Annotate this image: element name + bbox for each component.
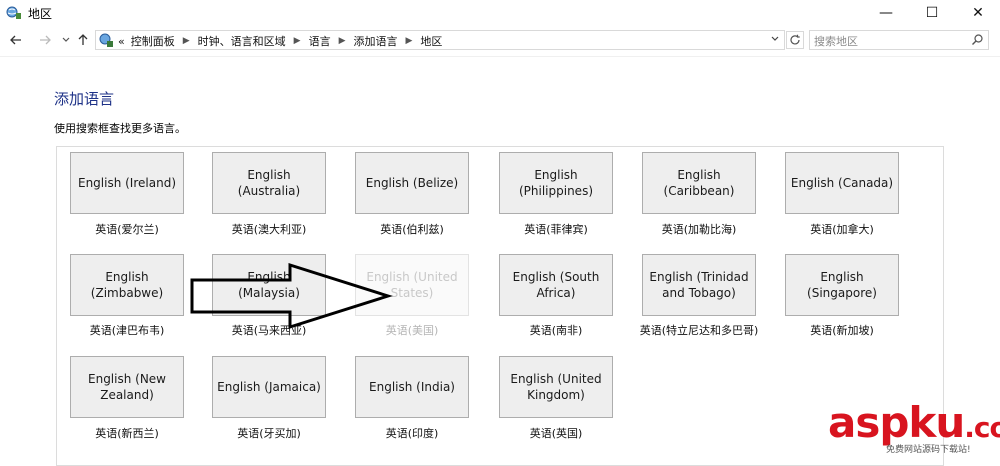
chevron-down-icon [62, 37, 70, 42]
page-title: 添加语言 [54, 90, 115, 108]
breadcrumb-overflow[interactable]: « [118, 35, 125, 48]
language-caption: 英语(牙买加) [237, 427, 301, 440]
title-bar: 地区 — ☐ ✕ [0, 0, 1000, 26]
watermark-brand-a: asp [828, 398, 909, 447]
language-caption: 英语(英国) [529, 427, 583, 440]
language-tile[interactable]: English (New Zealand) [70, 356, 184, 418]
up-button[interactable] [73, 30, 93, 50]
watermark-logo: aspku.com 免费网站源码下载站! [828, 398, 1000, 457]
language-caption: 英语(爱尔兰) [95, 223, 159, 236]
address-dropdown-icon[interactable] [770, 34, 780, 44]
arrow-right-icon [40, 35, 51, 45]
chevron-right-icon[interactable]: ▶ [183, 36, 190, 46]
language-tile[interactable]: English (Caribbean) [642, 152, 756, 214]
chevron-right-icon[interactable]: ▶ [294, 36, 301, 46]
search-input[interactable] [812, 32, 966, 50]
arrow-up-icon [78, 34, 88, 45]
control-panel-icon [99, 33, 113, 47]
language-caption: 英语(印度) [385, 427, 439, 440]
language-tile[interactable]: English (United Kingdom) [499, 356, 613, 418]
language-tile[interactable]: English (Philippines) [499, 152, 613, 214]
breadcrumb-clock-language-region[interactable]: 时钟、语言和区域 [198, 33, 286, 49]
refresh-icon [790, 34, 800, 45]
language-caption: 英语(新加坡) [810, 324, 874, 337]
language-tile[interactable]: English (Canada) [785, 152, 899, 214]
language-caption: 英语(澳大利亚) [231, 223, 307, 236]
language-caption: 英语(伯利兹) [380, 223, 444, 236]
breadcrumb-control-panel[interactable]: 控制面板 [131, 33, 175, 49]
language-tile[interactable]: English (Belize) [355, 152, 469, 214]
minimize-button[interactable]: — [863, 0, 909, 26]
watermark-brand-c: .com [964, 411, 1000, 444]
language-caption: 英语(新西兰) [95, 427, 159, 440]
refresh-button[interactable] [786, 31, 804, 49]
breadcrumb-language[interactable]: 语言 [309, 33, 331, 49]
forward-button[interactable] [35, 30, 55, 50]
window-title: 地区 [28, 7, 53, 21]
language-tile[interactable]: English (Singapore) [785, 254, 899, 316]
chevron-right-icon[interactable]: ▶ [339, 36, 346, 46]
watermark-tagline: 免费网站源码下载站! [886, 445, 971, 455]
back-button[interactable] [6, 30, 26, 50]
chevron-right-icon[interactable]: ▶ [406, 36, 413, 46]
breadcrumb-region[interactable]: 地区 [420, 33, 442, 49]
language-tile[interactable]: English (Jamaica) [212, 356, 326, 418]
language-tile[interactable]: English (India) [355, 356, 469, 418]
language-tile[interactable]: English (Zimbabwe) [70, 254, 184, 316]
arrow-left-icon [10, 35, 21, 45]
language-tile[interactable]: English (South Africa) [499, 254, 613, 316]
language-caption: 英语(特立尼达和多巴哥) [639, 324, 759, 337]
language-tile[interactable]: English (Australia) [212, 152, 326, 214]
breadcrumb[interactable]: « 控制面板 ▶ 时钟、语言和区域 ▶ 语言 ▶ 添加语言 ▶ 地区 [95, 30, 785, 50]
language-caption: 英语(津巴布韦) [89, 324, 165, 337]
toolbar-divider [0, 56, 1000, 57]
region-globe-icon [6, 6, 21, 19]
annotation-arrow-icon [190, 262, 393, 330]
language-caption: 英语(加拿大) [810, 223, 874, 236]
maximize-button[interactable]: ☐ [909, 0, 955, 26]
breadcrumb-add-language[interactable]: 添加语言 [354, 33, 398, 49]
language-caption: 英语(菲律宾) [524, 223, 588, 236]
language-caption: 英语(南非) [529, 324, 583, 337]
instruction-text: 使用搜索框查找更多语言。 [54, 122, 186, 135]
search-box[interactable] [809, 30, 989, 50]
close-button[interactable]: ✕ [955, 0, 1000, 26]
language-tile[interactable]: English (Ireland) [70, 152, 184, 214]
language-tile[interactable]: English (Trinidad and Tobago) [642, 254, 756, 316]
search-icon[interactable] [971, 33, 984, 46]
watermark-brand-b: ku [908, 398, 965, 447]
language-caption: 英语(加勒比海) [661, 223, 737, 236]
